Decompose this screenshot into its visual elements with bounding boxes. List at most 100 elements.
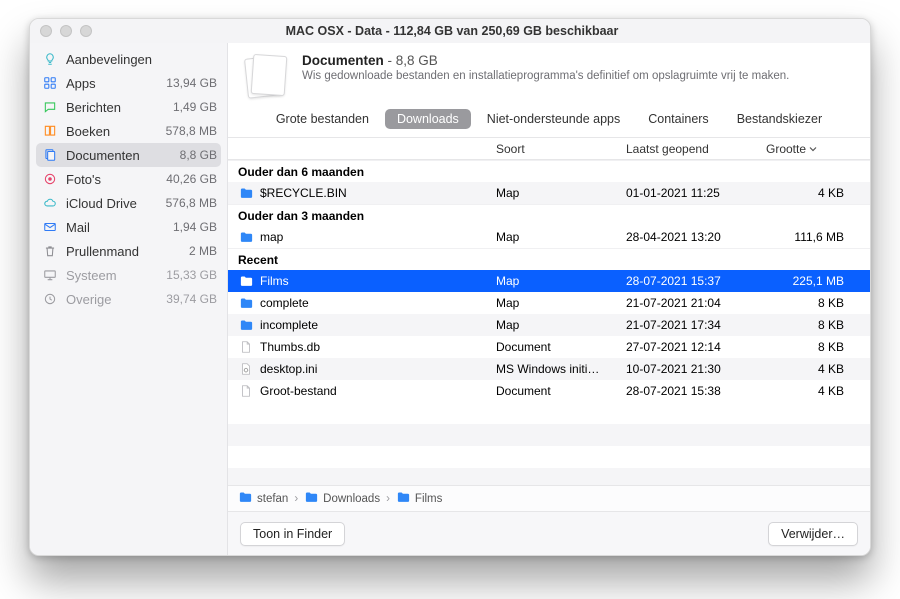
- table-row[interactable]: $RECYCLE.BIN Map 01-01-2021 11:25 4 KB: [228, 182, 870, 204]
- sidebar-item-aanbevelingen[interactable]: Aanbevelingen: [30, 47, 227, 71]
- breadcrumb-item[interactable]: Films: [396, 490, 442, 508]
- col-opened[interactable]: Laatst geopend: [626, 142, 766, 156]
- sidebar-item-systeem[interactable]: Systeem15,33 GB: [30, 263, 227, 287]
- table-row[interactable]: Films Map 28-07-2021 15:37 225,1 MB: [228, 270, 870, 292]
- sidebar-item-apps[interactable]: Apps 13,94 GB: [30, 71, 227, 95]
- col-size[interactable]: Grootte: [766, 142, 856, 156]
- breadcrumb: stefan › Downloads › Films: [228, 485, 870, 511]
- file-name: $RECYCLE.BIN: [260, 186, 347, 200]
- file-opened: 28-04-2021 13:20: [626, 230, 766, 244]
- lightbulb-icon: [42, 51, 58, 67]
- file-icon: [238, 383, 254, 399]
- file-opened: 10-07-2021 21:30: [626, 362, 766, 376]
- file-opened: 21-07-2021 17:34: [626, 318, 766, 332]
- folder-icon: [238, 490, 253, 508]
- sidebar-item-size: 1,94 GB: [173, 220, 217, 234]
- table-row[interactable]: map Map 28-04-2021 13:20 111,6 MB: [228, 226, 870, 248]
- section-header: Ouder dan 6 maanden: [228, 160, 870, 182]
- file-name: Groot-bestand: [260, 384, 337, 398]
- sidebar-item-overige[interactable]: Overige39,74 GB: [30, 287, 227, 311]
- file-size: 8 KB: [766, 296, 856, 310]
- file-opened: 27-07-2021 12:14: [626, 340, 766, 354]
- sidebar-item-icloud-drive[interactable]: iCloud Drive576,8 MB: [30, 191, 227, 215]
- file-name: map: [260, 230, 283, 244]
- storage-management-window: MAC OSX - Data - 112,84 GB van 250,69 GB…: [29, 18, 871, 556]
- chevron-right-icon: ›: [386, 493, 390, 505]
- footer-bar: Toon in Finder Verwijder…: [228, 511, 870, 555]
- table-row[interactable]: incomplete Map 21-07-2021 17:34 8 KB: [228, 314, 870, 336]
- file-name: incomplete: [260, 318, 318, 332]
- table-row[interactable]: complete Map 21-07-2021 21:04 8 KB: [228, 292, 870, 314]
- message-icon: [42, 99, 58, 115]
- folder-icon: [304, 490, 319, 508]
- sidebar-item-mail[interactable]: Mail 1,94 GB: [30, 215, 227, 239]
- file-size: 225,1 MB: [766, 274, 856, 288]
- breadcrumb-item[interactable]: stefan: [238, 490, 288, 508]
- show-in-finder-button[interactable]: Toon in Finder: [240, 522, 345, 546]
- file-kind: Map: [496, 186, 626, 200]
- chevron-right-icon: ›: [294, 493, 298, 505]
- folder-icon: [238, 295, 254, 311]
- sidebar-item-boeken[interactable]: Boeken578,8 MB: [30, 119, 227, 143]
- file-size: 4 KB: [766, 186, 856, 200]
- minimize-icon[interactable]: [60, 25, 72, 37]
- sidebar-item-size: 15,33 GB: [166, 268, 217, 282]
- file-size: 4 KB: [766, 362, 856, 376]
- file-kind: Document: [496, 340, 626, 354]
- sidebar-item-size: 13,94 GB: [166, 76, 217, 90]
- sidebar-item-label: Aanbevelingen: [66, 52, 209, 67]
- file-kind: Map: [496, 318, 626, 332]
- sidebar-item-foto-s[interactable]: Foto's40,26 GB: [30, 167, 227, 191]
- zoom-icon[interactable]: [80, 25, 92, 37]
- sidebar-item-size: 1,49 GB: [173, 100, 217, 114]
- sidebar-item-size: 578,8 MB: [166, 124, 217, 138]
- section-header: Ouder dan 3 maanden: [228, 204, 870, 226]
- tab-containers[interactable]: Containers: [636, 109, 720, 129]
- sidebar-item-label: Prullenmand: [66, 244, 181, 259]
- sidebar-item-berichten[interactable]: Berichten 1,49 GB: [30, 95, 227, 119]
- sidebar-item-label: Apps: [66, 76, 158, 91]
- table-row[interactable]: Groot-bestand Document 28-07-2021 15:38 …: [228, 380, 870, 402]
- tab-downloads[interactable]: Downloads: [385, 109, 471, 129]
- window-title: MAC OSX - Data - 112,84 GB van 250,69 GB…: [92, 24, 812, 38]
- window-controls: [40, 25, 92, 37]
- sidebar-item-prullenmand[interactable]: Prullenmand 2 MB: [30, 239, 227, 263]
- file-size: 8 KB: [766, 340, 856, 354]
- sidebar-item-documenten[interactable]: Documenten8,8 GB: [36, 143, 221, 167]
- file-name: Films: [260, 274, 289, 288]
- sidebar-item-label: Overige: [66, 292, 158, 307]
- close-icon[interactable]: [40, 25, 52, 37]
- breadcrumb-item[interactable]: Downloads: [304, 490, 380, 508]
- col-kind[interactable]: Soort: [496, 142, 626, 156]
- sidebar-item-label: Foto's: [66, 172, 158, 187]
- sidebar: Aanbevelingen Apps 13,94 GBBerichten 1,49 G…: [30, 43, 228, 555]
- table-row[interactable]: Thumbs.db Document 27-07-2021 12:14 8 KB: [228, 336, 870, 358]
- trash-icon: [42, 243, 58, 259]
- table-row[interactable]: desktop.ini MS Windows initi… 10-07-2021…: [228, 358, 870, 380]
- sidebar-item-size: 2 MB: [189, 244, 217, 258]
- tab-bestandskiezer[interactable]: Bestandskiezer: [725, 109, 834, 129]
- file-name: complete: [260, 296, 309, 310]
- file-kind: Document: [496, 384, 626, 398]
- icloud-icon: [42, 195, 58, 211]
- folder-icon: [238, 229, 254, 245]
- file-opened: 28-07-2021 15:37: [626, 274, 766, 288]
- file-size: 8 KB: [766, 318, 856, 332]
- photos-icon: [42, 171, 58, 187]
- summary-title: Documenten: [302, 53, 384, 68]
- file-table: Soort Laatst geopend Grootte Ouder dan 6…: [228, 138, 870, 485]
- file-name: desktop.ini: [260, 362, 317, 376]
- book-icon: [42, 123, 58, 139]
- tab-grote-bestanden[interactable]: Grote bestanden: [264, 109, 381, 129]
- folder-icon: [238, 185, 254, 201]
- sidebar-item-label: Berichten: [66, 100, 165, 115]
- file-name: Thumbs.db: [260, 340, 320, 354]
- delete-button[interactable]: Verwijder…: [768, 522, 858, 546]
- ini-icon: [238, 361, 254, 377]
- docs-icon: [42, 147, 58, 163]
- tab-niet-ondersteunde-apps[interactable]: Niet-ondersteunde apps: [475, 109, 632, 129]
- sidebar-item-label: Mail: [66, 220, 165, 235]
- category-summary: Documenten - 8,8 GB Wis gedownloade best…: [228, 43, 870, 105]
- file-kind: Map: [496, 274, 626, 288]
- sidebar-item-size: 8,8 GB: [180, 148, 217, 162]
